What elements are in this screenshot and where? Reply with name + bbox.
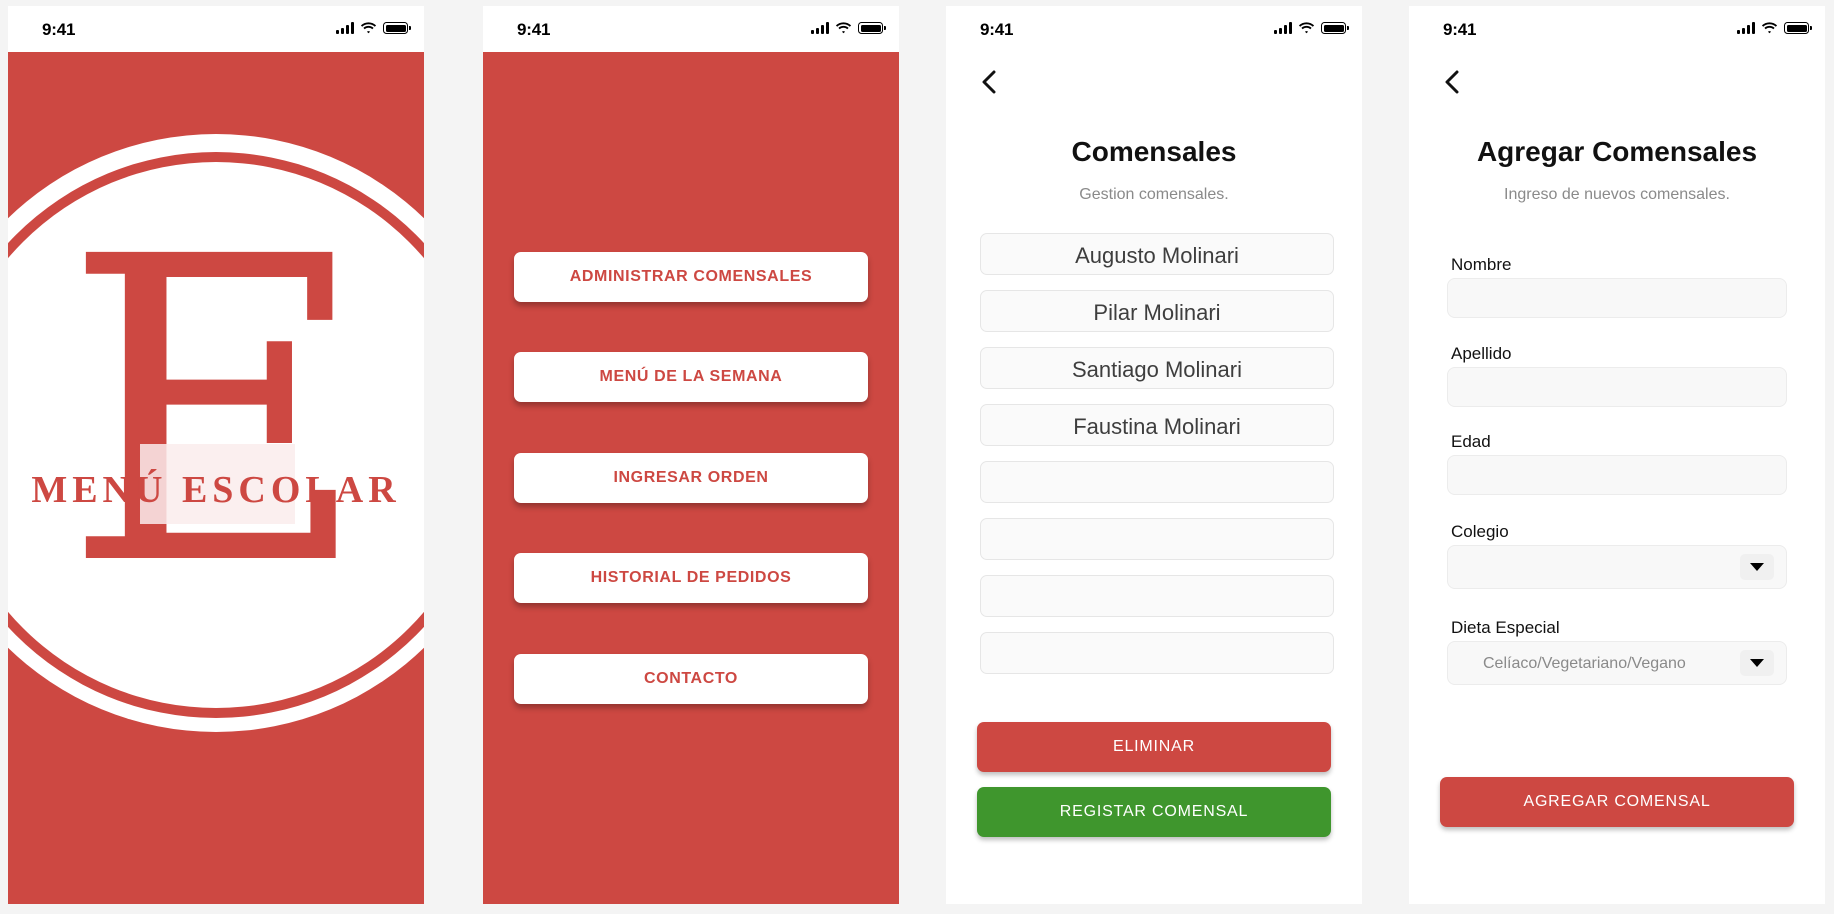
edad-label: Edad [1451,432,1491,451]
status-time: 9:41 [42,20,76,39]
menu-semana-button[interactable]: MENÚ DE LA SEMANA [514,352,868,402]
registrar-comensal-button[interactable]: REGISTAR COMENSAL [977,787,1331,837]
comensal-list-item[interactable]: Faustina Molinari [980,404,1334,446]
apellido-label: Apellido [1451,344,1512,363]
status-bar: 9:41 [946,6,1362,52]
contacto-button[interactable]: CONTACTO [514,654,868,704]
agregar-comensal-button[interactable]: AGREGAR COMENSAL [1440,777,1794,827]
page-subtitle: Gestion comensales. [1079,186,1229,203]
ingresar-orden-button[interactable]: INGRESAR ORDEN [514,453,868,503]
comensal-list-item-empty[interactable] [980,632,1334,674]
comensal-list-item[interactable]: Pilar Molinari [980,290,1334,332]
edad-field[interactable] [1447,455,1787,495]
page-subtitle: Ingreso de nuevos comensales. [1504,186,1730,203]
cellular-signal-icon [811,22,829,34]
comensales-screen: 9:41 Comensales Gestion comensales. Augu… [946,6,1362,904]
wifi-icon [1298,22,1315,34]
chevron-down-icon[interactable] [1740,554,1774,580]
cellular-signal-icon [336,22,354,34]
comensal-list-item[interactable]: Santiago Molinari [980,347,1334,389]
page-title: Agregar Comensales [1476,136,1758,167]
agregar-comensales-screen: 9:41 Agregar Comensales Ingreso de nuevo… [1409,6,1825,904]
status-time: 9:41 [980,20,1014,39]
dieta-select[interactable]: Celíaco/Vegetariano/Vegano [1447,641,1787,685]
back-arrow-icon[interactable] [980,70,998,94]
battery-icon [383,22,411,34]
splash-screen: 9:41 E MENÚ ESCOLAR [8,6,424,904]
logo-letter: E [62,169,370,658]
wifi-icon [360,22,377,34]
eliminar-button[interactable]: ELIMINAR [977,722,1331,772]
colegio-label: Colegio [1451,522,1509,541]
status-time: 9:41 [517,20,551,39]
comensal-list-item-empty[interactable] [980,461,1334,503]
wifi-icon [1761,22,1778,34]
page-title: Comensales [1071,136,1237,167]
nombre-label: Nombre [1451,255,1512,274]
cellular-signal-icon [1274,22,1292,34]
apellido-field[interactable] [1447,367,1787,407]
chevron-down-icon[interactable] [1740,650,1774,676]
battery-icon [858,22,886,34]
battery-icon [1321,22,1349,34]
cellular-signal-icon [1737,22,1755,34]
colegio-select[interactable] [1447,545,1787,589]
dieta-value: Celíaco/Vegetariano/Vegano [1483,655,1686,672]
back-arrow-icon[interactable] [1443,70,1461,94]
dieta-label: Dieta Especial [1451,618,1560,637]
main-menu-screen: 9:41 ADMINISTRAR COMENSALES MENÚ DE LA S… [483,6,899,904]
status-bar: 9:41 [1409,6,1825,52]
comensal-list-item-empty[interactable] [980,518,1334,560]
nombre-field[interactable] [1447,278,1787,318]
splash-background: E MENÚ ESCOLAR [8,52,424,904]
status-bar: 9:41 [483,6,899,52]
battery-icon [1784,22,1812,34]
administrar-comensales-button[interactable]: ADMINISTRAR COMENSALES [514,252,868,302]
status-time: 9:41 [1443,20,1477,39]
historial-pedidos-button[interactable]: HISTORIAL DE PEDIDOS [514,553,868,603]
comensal-list-item-empty[interactable] [980,575,1334,617]
comensal-list-item[interactable]: Augusto Molinari [980,233,1334,275]
wifi-icon [835,22,852,34]
status-bar: 9:41 [8,6,424,52]
app-title: MENÚ ESCOLAR [31,469,401,511]
